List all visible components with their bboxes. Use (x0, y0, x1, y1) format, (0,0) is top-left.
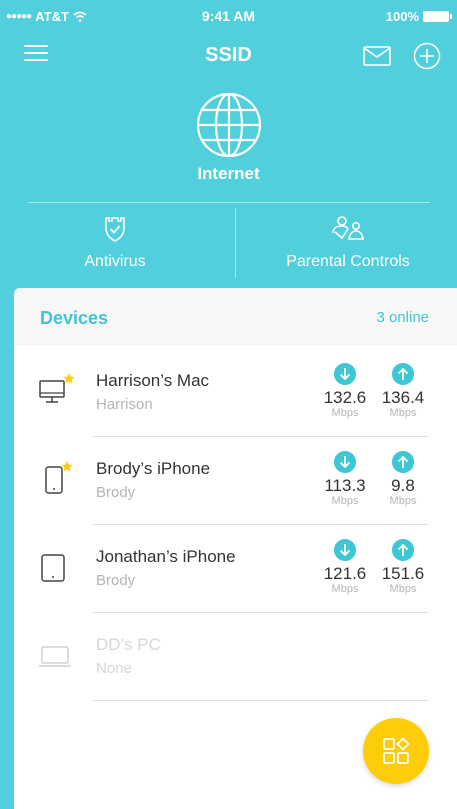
upload-value: 136.4 (381, 388, 425, 407)
upload-arrow-icon (392, 363, 414, 385)
download-value: 132.6 (323, 388, 367, 407)
add-icon[interactable] (413, 42, 441, 70)
online-count: 3 online (376, 309, 429, 326)
download-speed: 113.3 Mbps (317, 451, 373, 507)
speed-unit: Mbps (331, 583, 359, 595)
upload-arrow-icon (392, 451, 414, 473)
family-icon (332, 216, 364, 240)
speed-unit: Mbps (331, 407, 359, 419)
device-name: DD’s PC (96, 635, 161, 654)
phone-icon (45, 461, 73, 494)
desktop-icon (39, 373, 75, 403)
device-name: Brody’s iPhone (96, 459, 211, 478)
row-divider (92, 700, 429, 701)
devices-title: Devices (40, 308, 109, 328)
device-owner: Brody (96, 484, 136, 501)
device-owner: Harrison (96, 396, 153, 413)
speed-unit: Mbps (389, 495, 417, 507)
antivirus-button[interactable]: Antivirus (60, 216, 170, 271)
speed-unit: Mbps (389, 583, 417, 595)
upload-speed: 151.6 Mbps (375, 539, 431, 595)
parental-controls-button[interactable]: Parental Controls (268, 216, 428, 271)
upload-arrow-icon (392, 539, 414, 561)
nav-bar: SSID (0, 36, 457, 76)
apps-grid-icon (383, 737, 410, 764)
devices-header[interactable]: Devices 3 online (14, 288, 457, 346)
star-icon (61, 461, 73, 472)
speed-unit: Mbps (331, 495, 359, 507)
antivirus-label: Antivirus (84, 253, 146, 270)
device-row[interactable]: Jonathan’s iPhone Brody 121.6 Mbps 151.6… (14, 525, 457, 613)
device-row[interactable]: Brody’s iPhone Brody 113.3 Mbps 9.8 Mbps (14, 437, 457, 525)
globe-icon (196, 92, 261, 158)
download-speed: 121.6 Mbps (317, 539, 373, 595)
mail-icon[interactable] (363, 46, 391, 66)
upload-value: 151.6 (381, 564, 425, 583)
battery-icon (423, 11, 452, 22)
status-right: 100% (385, 9, 452, 24)
upload-speed: 136.4 Mbps (375, 363, 431, 419)
laptop-icon (39, 646, 71, 667)
speed-unit: Mbps (389, 407, 417, 419)
download-value: 113.3 (324, 476, 366, 495)
download-arrow-icon (334, 363, 356, 385)
device-row[interactable]: DD’s PC None (14, 613, 457, 701)
star-icon (63, 373, 75, 384)
apps-fab-button[interactable] (363, 718, 429, 784)
device-owner: None (96, 660, 132, 677)
device-row[interactable]: Harrison’s Mac Harrison 132.6 Mbps 136.4… (14, 349, 457, 437)
app-screen: ●●●●● AT&T 9:41 AM 100% SSID Internet An… (0, 0, 457, 809)
internet-section[interactable]: Internet (0, 92, 457, 184)
download-value: 121.6 (323, 564, 367, 583)
battery-percent: 100% (385, 9, 419, 24)
internet-label: Internet (197, 164, 260, 183)
download-speed: 132.6 Mbps (317, 363, 373, 419)
device-name: Harrison’s Mac (96, 371, 210, 390)
device-owner: Brody (96, 572, 136, 589)
shield-check-icon (105, 217, 125, 242)
download-arrow-icon (334, 451, 356, 473)
tablet-icon (41, 554, 65, 582)
divider (235, 208, 236, 278)
download-arrow-icon (334, 539, 356, 561)
divider (28, 202, 430, 203)
status-bar: ●●●●● AT&T 9:41 AM 100% (0, 0, 457, 32)
parental-controls-label: Parental Controls (286, 253, 410, 270)
upload-speed: 9.8 Mbps (375, 451, 431, 507)
upload-value: 9.8 (391, 476, 415, 495)
device-name: Jonathan’s iPhone (96, 547, 236, 566)
